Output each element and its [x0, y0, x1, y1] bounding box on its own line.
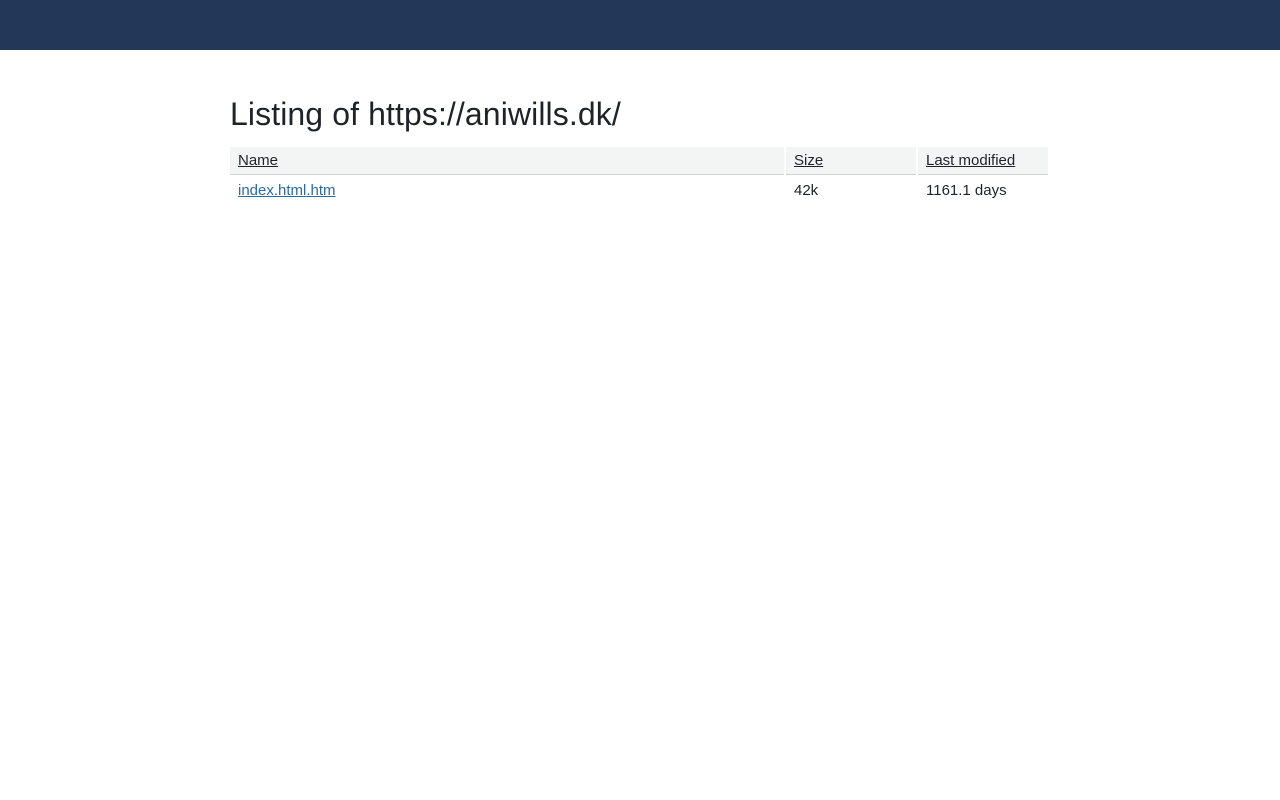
- sort-by-size-link[interactable]: Size: [794, 152, 823, 169]
- table-row: index.html.htm 42k 1161.1 days: [230, 175, 1048, 205]
- sort-by-last-modified-link[interactable]: Last modified: [926, 152, 1015, 169]
- column-header-last-modified[interactable]: Last modified: [918, 147, 1048, 175]
- file-size-cell: 42k: [794, 181, 819, 199]
- table-header-row: Name Size Last modified: [230, 147, 1048, 175]
- top-banner: [0, 0, 1280, 50]
- page-title: Listing of https://aniwills.dk/: [230, 96, 621, 132]
- sort-by-name-link[interactable]: Name: [238, 152, 278, 169]
- column-header-size[interactable]: Size: [786, 147, 916, 175]
- file-listing-table: Name Size Last modified index.html.htm 4…: [228, 147, 1050, 205]
- file-name-cell: index.html.htm: [230, 175, 784, 205]
- file-modified-cell: 1161.1 days: [926, 181, 1007, 199]
- column-header-name[interactable]: Name: [230, 147, 784, 175]
- file-link[interactable]: index.html.htm: [238, 182, 336, 199]
- main-content: Listing of https://aniwills.dk/ Name Siz…: [230, 90, 1050, 205]
